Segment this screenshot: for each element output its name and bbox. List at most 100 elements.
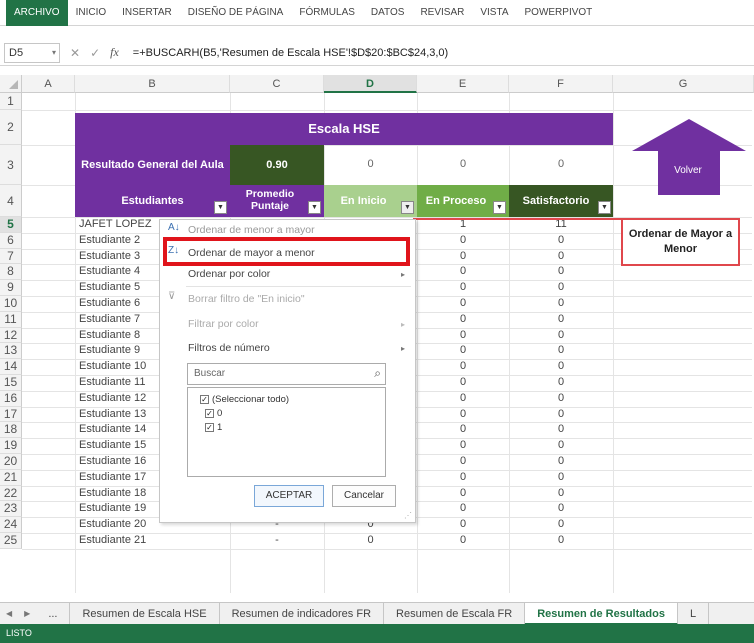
- sheet-tab-resumen-escala-hse[interactable]: Resumen de Escala HSE: [70, 602, 220, 625]
- student-name[interactable]: Estudiante 5: [79, 281, 159, 293]
- student-name[interactable]: Estudiante 9: [79, 344, 159, 356]
- filter-dropdown-icon[interactable]: ▼: [598, 201, 611, 214]
- satisfactorio-value[interactable]: 0: [509, 265, 613, 277]
- satisfactorio-value[interactable]: 0: [509, 329, 613, 341]
- tab-vista[interactable]: VISTA: [472, 0, 516, 26]
- row-header[interactable]: 2: [0, 110, 22, 145]
- menu-filter-by-color[interactable]: Filtrar por color: [188, 318, 259, 330]
- student-name[interactable]: Estudiante 3: [79, 250, 159, 262]
- row-header[interactable]: 7: [0, 248, 22, 265]
- column-header-c[interactable]: C: [230, 75, 324, 93]
- satisfactorio-value[interactable]: 0: [509, 360, 613, 372]
- scroll-left-icon[interactable]: ◀: [6, 609, 12, 618]
- chevron-down-icon[interactable]: ▾: [52, 44, 56, 62]
- tab-diseno[interactable]: DISEÑO DE PÁGINA: [180, 0, 292, 26]
- proceso-value[interactable]: 0: [417, 518, 509, 530]
- student-name[interactable]: JAFET LOPEZ: [79, 218, 159, 230]
- sheet-tab-more[interactable]: ...: [36, 602, 71, 625]
- tab-formulas[interactable]: FÓRMULAS: [291, 0, 363, 26]
- row-header[interactable]: 25: [0, 533, 22, 549]
- accept-button[interactable]: ACEPTAR: [254, 485, 324, 507]
- proceso-value[interactable]: 0: [417, 471, 509, 483]
- student-name[interactable]: Estudiante 17: [79, 471, 159, 483]
- proceso-value[interactable]: 0: [417, 313, 509, 325]
- satisfactorio-value[interactable]: 0: [509, 234, 613, 246]
- student-name[interactable]: Estudiante 8: [79, 329, 159, 341]
- value-1-checkbox[interactable]: ✓ 1: [205, 422, 222, 433]
- row-header[interactable]: 10: [0, 296, 22, 312]
- satisfactorio-value[interactable]: 0: [509, 313, 613, 325]
- student-name[interactable]: Estudiante 14: [79, 423, 159, 435]
- proceso-value[interactable]: 0: [417, 265, 509, 277]
- satisfactorio-value[interactable]: 0: [509, 534, 613, 546]
- student-name[interactable]: Estudiante 11: [79, 376, 159, 388]
- proceso-value[interactable]: 0: [417, 455, 509, 467]
- row-header[interactable]: 18: [0, 422, 22, 439]
- row-header[interactable]: 8: [0, 264, 22, 281]
- student-name[interactable]: Estudiante 4: [79, 265, 159, 277]
- filter-dropdown-icon[interactable]: ▼: [493, 201, 506, 214]
- satisfactorio-value[interactable]: 0: [509, 392, 613, 404]
- tab-powerpivot[interactable]: POWERPIVOT: [517, 0, 601, 26]
- column-header-d[interactable]: D: [324, 75, 417, 93]
- row-header[interactable]: 13: [0, 343, 22, 360]
- tab-inicio[interactable]: INICIO: [68, 0, 115, 26]
- select-all-checkbox[interactable]: ✓ (Seleccionar todo): [200, 394, 289, 405]
- row-header[interactable]: 9: [0, 280, 22, 296]
- student-name[interactable]: Estudiante 10: [79, 360, 159, 372]
- satisfactorio-value[interactable]: 0: [509, 250, 613, 262]
- row-header[interactable]: 14: [0, 359, 22, 375]
- satisfactorio-value[interactable]: 0: [509, 518, 613, 530]
- proceso-value[interactable]: 0: [417, 250, 509, 262]
- proceso-value[interactable]: 0: [417, 423, 509, 435]
- filter-active-icon[interactable]: ▼: [401, 201, 414, 214]
- proceso-value[interactable]: 0: [417, 376, 509, 388]
- satisfactorio-value[interactable]: 0: [509, 408, 613, 420]
- proceso-value[interactable]: 0: [417, 234, 509, 246]
- sheet-tab-next[interactable]: L: [678, 602, 710, 625]
- menu-clear-filter[interactable]: Borrar filtro de "En inicio": [188, 293, 305, 305]
- student-name[interactable]: Estudiante 13: [79, 408, 159, 420]
- resize-grip-icon[interactable]: ⋰: [404, 511, 412, 520]
- filter-dropdown-icon[interactable]: ▼: [214, 201, 227, 214]
- row-header[interactable]: 15: [0, 375, 22, 391]
- column-header-f[interactable]: F: [509, 75, 613, 93]
- row-header[interactable]: 4: [0, 185, 22, 217]
- fx-icon[interactable]: fx: [110, 45, 119, 60]
- tab-revisar[interactable]: REVISAR: [412, 0, 472, 26]
- student-name[interactable]: Estudiante 7: [79, 313, 159, 325]
- sheet-tab-resumen-indicadores-fr[interactable]: Resumen de indicadores FR: [220, 602, 385, 625]
- student-name[interactable]: Estudiante 20: [79, 518, 159, 530]
- proceso-value[interactable]: 0: [417, 408, 509, 420]
- column-header-g[interactable]: G: [613, 75, 754, 93]
- proceso-value[interactable]: 0: [417, 281, 509, 293]
- sheet-tab-resumen-escala-fr[interactable]: Resumen de Escala FR: [384, 602, 526, 625]
- satisfactorio-value[interactable]: 0: [509, 423, 613, 435]
- filter-search-input[interactable]: Buscar ⌕: [187, 363, 386, 385]
- satisfactorio-value[interactable]: 0: [509, 502, 613, 514]
- student-name[interactable]: Estudiante 16: [79, 455, 159, 467]
- row-header[interactable]: 23: [0, 501, 22, 518]
- tab-datos[interactable]: DATOS: [363, 0, 413, 26]
- back-button-label[interactable]: Volver: [658, 165, 718, 176]
- sheet-tab-resumen-resultados[interactable]: Resumen de Resultados: [525, 602, 678, 625]
- cancel-button[interactable]: Cancelar: [332, 485, 396, 507]
- confirm-icon[interactable]: ✓: [90, 46, 100, 60]
- avg-value[interactable]: -: [230, 534, 324, 546]
- menu-sort-by-color[interactable]: Ordenar por color: [188, 268, 270, 280]
- scroll-right-icon[interactable]: ▶: [24, 609, 30, 618]
- proceso-value[interactable]: 0: [417, 439, 509, 451]
- tab-archivo[interactable]: ARCHIVO: [6, 0, 68, 26]
- value-0-checkbox[interactable]: ✓ 0: [205, 408, 222, 419]
- row-header[interactable]: 3: [0, 145, 22, 185]
- filter-dropdown-icon[interactable]: ▼: [308, 201, 321, 214]
- column-header-e[interactable]: E: [417, 75, 509, 93]
- inicio-value[interactable]: 0: [324, 534, 417, 546]
- column-header-b[interactable]: B: [75, 75, 230, 93]
- student-name[interactable]: Estudiante 2: [79, 234, 159, 246]
- menu-number-filters[interactable]: Filtros de número: [188, 342, 270, 354]
- satisfactorio-value[interactable]: 0: [509, 297, 613, 309]
- up-arrow-icon[interactable]: [630, 117, 748, 197]
- proceso-value[interactable]: 0: [417, 392, 509, 404]
- row-header[interactable]: 12: [0, 327, 22, 344]
